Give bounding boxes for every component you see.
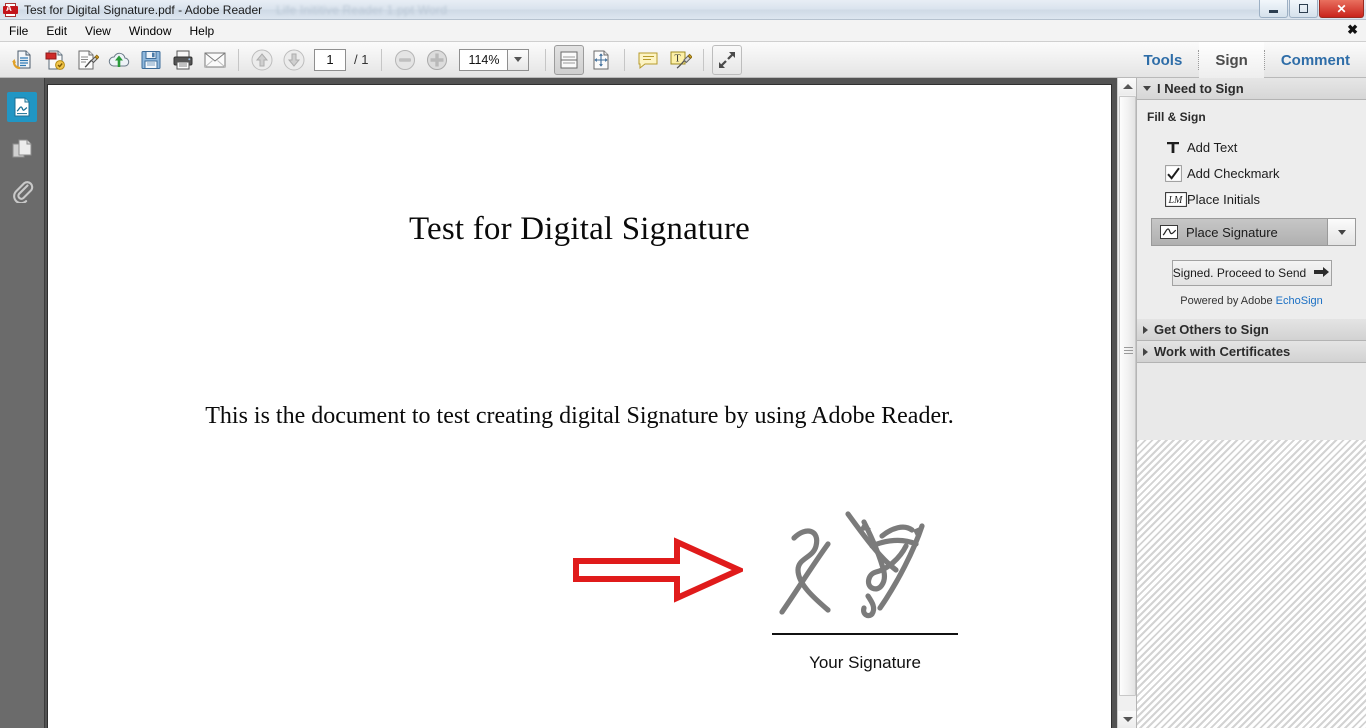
toolbar-separator-2 bbox=[381, 48, 383, 71]
signature-caption: Your Signature bbox=[809, 653, 921, 672]
add-checkmark-action[interactable]: Add Checkmark bbox=[1137, 160, 1366, 187]
close-document-icon[interactable]: ✖ bbox=[1347, 23, 1358, 37]
section-title: Work with Certificates bbox=[1154, 344, 1291, 359]
open-file-icon[interactable] bbox=[8, 45, 38, 75]
chevron-right-icon-2 bbox=[1143, 347, 1148, 356]
sign-button[interactable]: Sign bbox=[1199, 42, 1264, 78]
comment-balloon-icon[interactable] bbox=[633, 45, 663, 75]
navigation-rail bbox=[0, 78, 45, 728]
signature-block: Your Signature bbox=[758, 500, 998, 673]
document-heading: Test for Digital Signature bbox=[408, 211, 751, 247]
menu-help[interactable]: Help bbox=[181, 22, 224, 40]
place-signature-row: Place Signature bbox=[1151, 218, 1356, 246]
adobe-reader-window: Test for Digital Signature.pdf - Adobe R… bbox=[0, 0, 1366, 728]
toolbar-separator-4 bbox=[624, 48, 626, 71]
document-viewport[interactable]: Test for Digital Signature This is the d… bbox=[45, 78, 1117, 728]
powered-prefix: Powered by Adobe bbox=[1180, 295, 1273, 307]
section-title: I Need to Sign bbox=[1157, 81, 1244, 96]
main-toolbar: 1 / 1 114% T Tools Sign Comment bbox=[0, 42, 1366, 78]
menu-file[interactable]: File bbox=[0, 22, 37, 40]
red-arrow-annotation bbox=[573, 535, 747, 610]
attachments-icon[interactable] bbox=[7, 176, 37, 206]
fit-page-icon[interactable] bbox=[586, 45, 616, 75]
panel-section-work-with-certificates[interactable]: Work with Certificates bbox=[1137, 341, 1366, 363]
zoom-in-button[interactable] bbox=[422, 45, 452, 75]
toolbar-separator-5 bbox=[703, 48, 705, 71]
chevron-right-icon bbox=[1143, 325, 1148, 334]
place-initials-label: Place Initials bbox=[1187, 192, 1260, 207]
pdf-page[interactable]: Test for Digital Signature This is the d… bbox=[47, 84, 1112, 728]
zoom-out-button[interactable] bbox=[390, 45, 420, 75]
vertical-scrollbar[interactable] bbox=[1117, 78, 1137, 728]
adobe-pdf-icon bbox=[3, 2, 19, 18]
scrollbar-grip bbox=[1124, 347, 1133, 354]
sign-document-icon[interactable] bbox=[72, 45, 102, 75]
echosign-link[interactable]: EchoSign bbox=[1276, 295, 1323, 307]
scrollbar-thumb[interactable] bbox=[1119, 96, 1136, 696]
print-icon[interactable] bbox=[168, 45, 198, 75]
expand-arrows-icon[interactable] bbox=[712, 44, 743, 75]
add-text-label: Add Text bbox=[1187, 139, 1238, 155]
create-pdf-icon[interactable] bbox=[40, 45, 70, 75]
window-controls: ✕ bbox=[1258, 0, 1364, 19]
chevron-down-icon bbox=[1143, 86, 1151, 91]
save-icon[interactable] bbox=[136, 45, 166, 75]
arrow-right-icon bbox=[1314, 266, 1330, 281]
maximize-restore-button[interactable] bbox=[1289, 0, 1318, 18]
tools-button[interactable]: Tools bbox=[1127, 42, 1198, 78]
menu-window[interactable]: Window bbox=[120, 22, 181, 40]
page-count-label: / 1 bbox=[354, 52, 369, 67]
place-signature-label: Place Signature bbox=[1186, 224, 1278, 240]
fill-and-sign-label: Fill & Sign bbox=[1147, 110, 1206, 124]
panel-empty-area bbox=[1137, 440, 1366, 728]
fit-width-icon[interactable] bbox=[554, 44, 585, 75]
menu-edit[interactable]: Edit bbox=[37, 22, 76, 40]
menu-view[interactable]: View bbox=[76, 22, 120, 40]
panel-section-i-need-to-sign[interactable]: I Need to Sign bbox=[1137, 78, 1366, 100]
menu-bar: File Edit View Window Help ✖ bbox=[0, 20, 1366, 42]
next-page-button[interactable] bbox=[279, 45, 309, 75]
toolbar-right-buttons: Tools Sign Comment bbox=[1127, 42, 1366, 78]
place-signature-button[interactable]: Place Signature bbox=[1151, 218, 1328, 246]
handwritten-signature bbox=[779, 511, 925, 619]
document-paragraph: This is the document to test creating di… bbox=[205, 403, 954, 429]
signature-icon bbox=[1160, 225, 1178, 239]
upload-cloud-icon[interactable] bbox=[104, 45, 134, 75]
page-thumbnails-icon[interactable] bbox=[7, 134, 37, 164]
place-initials-action[interactable]: LM Place Initials bbox=[1137, 187, 1366, 212]
sign-task-panel: I Need to Sign Fill & Sign Add Text Add … bbox=[1136, 78, 1366, 728]
toolbar-separator-3 bbox=[545, 48, 547, 71]
svg-text:LM: LM bbox=[1168, 195, 1184, 206]
scroll-down-arrow-icon[interactable] bbox=[1118, 711, 1137, 728]
checkmark-icon bbox=[1165, 165, 1187, 182]
proceed-label: Signed. Proceed to Send bbox=[1172, 266, 1307, 280]
panel-section-get-others-to-sign[interactable]: Get Others to Sign bbox=[1137, 319, 1366, 341]
email-icon[interactable] bbox=[200, 45, 230, 75]
window-title-ghost: Life Inititive Reader 1.ppt Word bbox=[276, 2, 448, 17]
svg-text:T: T bbox=[675, 53, 681, 64]
add-text-action[interactable]: Add Text bbox=[1137, 134, 1366, 160]
previous-page-button[interactable] bbox=[247, 45, 277, 75]
initials-icon: LM bbox=[1165, 192, 1187, 207]
comment-button[interactable]: Comment bbox=[1265, 42, 1366, 78]
i-need-to-sign-body: Fill & Sign Add Text Add Checkmark LM Pl… bbox=[1137, 100, 1366, 319]
signatures-panel-icon[interactable] bbox=[7, 92, 37, 122]
powered-by-label: Powered by Adobe EchoSign bbox=[1137, 286, 1366, 307]
title-bar: Test for Digital Signature.pdf - Adobe R… bbox=[0, 0, 1366, 20]
text-T-icon bbox=[1165, 139, 1187, 155]
proceed-to-send-button[interactable]: Signed. Proceed to Send bbox=[1171, 260, 1332, 286]
text-edit-icon[interactable]: T bbox=[665, 45, 695, 75]
zoom-level-input[interactable]: 114% bbox=[459, 48, 508, 71]
place-signature-dropdown[interactable] bbox=[1328, 218, 1356, 246]
scroll-up-arrow-icon[interactable] bbox=[1118, 78, 1137, 95]
chevron-down-icon[interactable] bbox=[507, 48, 530, 71]
minimize-button[interactable] bbox=[1259, 0, 1288, 18]
window-title: Test for Digital Signature.pdf - Adobe R… bbox=[24, 2, 263, 17]
close-window-button[interactable]: ✕ bbox=[1319, 0, 1364, 18]
page-number-input[interactable]: 1 bbox=[314, 48, 346, 71]
add-checkmark-label: Add Checkmark bbox=[1187, 166, 1280, 181]
section-title: Get Others to Sign bbox=[1154, 322, 1269, 337]
toolbar-separator bbox=[238, 48, 239, 71]
